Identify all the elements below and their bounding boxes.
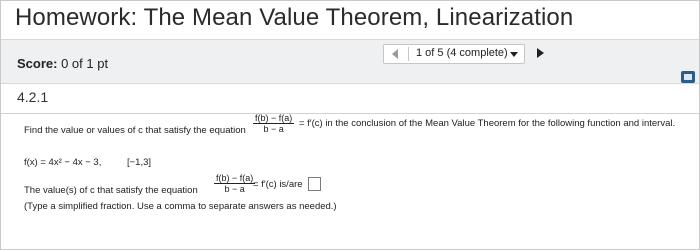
homework-panel: Homework: The Mean Value Theorem, Linear… xyxy=(0,0,700,250)
score-bar: Score: 0 of 1 pt 1 of 5 (4 complete) xyxy=(1,39,699,84)
question-position[interactable]: 1 of 5 (4 complete) xyxy=(416,47,508,59)
prompt-text: Find the value or values of c that satis… xyxy=(24,125,246,136)
fraction-denominator: b − a xyxy=(263,124,284,134)
score-display: Score: 0 of 1 pt xyxy=(17,56,108,71)
answer-conclusion: = f′(c) is/are xyxy=(253,179,303,190)
navigator-divider xyxy=(408,47,409,61)
fraction-numerator: f(b) − f(a) xyxy=(214,173,256,184)
question-number: 4.2.1 xyxy=(17,89,49,105)
triangle-right-icon[interactable] xyxy=(537,48,544,58)
question-navigator[interactable]: 1 of 5 (4 complete) xyxy=(383,44,525,64)
keyboard-help-icon[interactable] xyxy=(681,71,695,83)
fraction-numerator: f(b) − f(a) xyxy=(253,113,295,124)
function-definition: f(x) = 4x² − 4x − 3, xyxy=(24,157,102,168)
answer-prompt: The value(s) of c that satisfy the equat… xyxy=(24,185,198,196)
divider xyxy=(1,113,699,114)
homework-title: Homework: The Mean Value Theorem, Linear… xyxy=(15,4,574,31)
caret-down-icon[interactable] xyxy=(510,52,518,57)
prompt-conclusion: = f′(c) in the conclusion of the Mean Va… xyxy=(299,118,676,129)
score-value: 0 of 1 pt xyxy=(61,56,109,71)
interval: [−1,3] xyxy=(127,157,152,168)
answer-input[interactable] xyxy=(308,177,321,191)
mvt-fraction: f(b) − f(a) b − a xyxy=(253,113,295,134)
triangle-left-icon[interactable] xyxy=(392,49,398,59)
answer-fraction: f(b) − f(a) b − a xyxy=(214,173,256,194)
score-label: Score: xyxy=(17,56,58,71)
answer-hint: (Type a simplified fraction. Use a comma… xyxy=(24,201,337,212)
fraction-denominator: b − a xyxy=(224,184,245,194)
